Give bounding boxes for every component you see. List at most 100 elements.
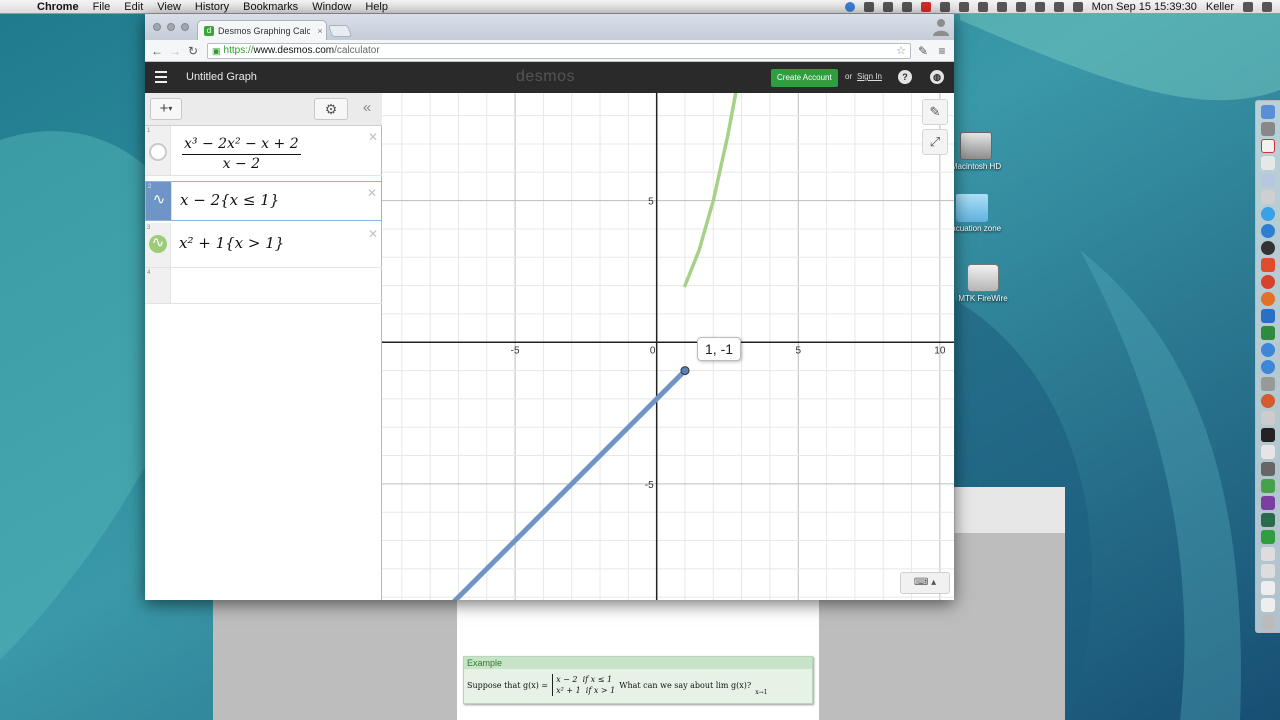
help-icon[interactable] [1261,547,1275,561]
battery-icon[interactable] [1072,2,1083,12]
delete-expression-icon[interactable]: ✕ [368,130,378,144]
delete-expression-icon[interactable]: ✕ [367,186,377,200]
menu-help[interactable]: Help [358,1,395,13]
collapse-panel-icon[interactable]: « [357,98,377,120]
expression-row-2[interactable]: 2 ∿ x − 2{x ≤ 1} ✕ [145,181,382,221]
x11-icon[interactable] [1261,462,1275,476]
zoom-fit-expand-icon[interactable]: ⤢ [922,129,948,155]
terminal-icon[interactable] [1261,428,1275,442]
wrench-icon[interactable]: ✎ [915,43,931,59]
hidden-graph-toggle-icon[interactable] [149,143,167,161]
menu-bar: Chrome File Edit View History Bookmarks … [0,0,1280,14]
word-icon[interactable] [1261,309,1275,323]
preview-icon[interactable] [1261,173,1275,187]
series-curve-green [683,93,738,288]
wifi-icon[interactable] [1034,2,1045,12]
reload-icon[interactable]: ↻ [185,43,201,59]
time-machine-icon[interactable] [977,2,988,12]
language-globe-icon[interactable]: ◍ [930,70,944,84]
app-icon[interactable] [1261,496,1275,510]
status-item-icon[interactable] [863,2,874,12]
spotlight-icon[interactable] [1243,2,1253,12]
add-expression-button[interactable]: +▾ [150,98,182,120]
camtasia-icon[interactable] [1261,530,1275,544]
bluetooth-icon[interactable] [1015,2,1026,12]
gear-icon[interactable]: ⚙ [314,98,348,120]
graph-paper[interactable]: -5 0 5 10 5 -5 ✎ ⤢ 1, -1 ⌨ ▴ [382,93,954,600]
calendar-icon[interactable] [1261,139,1275,153]
expression-row-4[interactable]: 4 [145,268,382,304]
menu-app-name[interactable]: Chrome [30,1,86,13]
menu-user[interactable]: Keller [1206,1,1234,13]
keypad-toggle-button[interactable]: ⌨ ▴ [900,572,950,594]
menu-clock[interactable]: Mon Sep 15 15:39:30 [1092,1,1197,13]
app-icon[interactable] [1261,479,1275,493]
profile-avatar-icon[interactable] [932,17,950,37]
address-bar[interactable]: ▣ https:// www.desmos.com /calculator ☆ [207,43,911,59]
firefox-icon[interactable] [1261,292,1275,306]
system-preferences-icon[interactable] [1261,377,1275,391]
script-editor-icon[interactable] [1261,411,1275,425]
close-window-button[interactable] [153,23,161,31]
menu-edit[interactable]: Edit [117,1,150,13]
menu-file[interactable]: File [86,1,118,13]
status-item-icon[interactable] [939,2,950,12]
camera-icon[interactable] [1261,241,1275,255]
help-icon[interactable]: ? [898,70,912,84]
downloads-stack-icon[interactable] [1261,581,1275,595]
help-icon[interactable] [1261,564,1275,578]
status-item-icon[interactable] [901,2,912,12]
notification-center-icon[interactable] [1262,2,1272,12]
zoom-window-button[interactable] [181,23,189,31]
skype-icon[interactable] [1261,224,1275,238]
sign-in-link[interactable]: Sign In [857,72,882,81]
bookmark-star-icon[interactable]: ☆ [896,44,906,58]
graph-canvas[interactable]: -5 0 5 10 5 -5 [382,93,954,600]
graph-title[interactable]: Untitled Graph [186,71,257,83]
hamburger-menu-icon[interactable] [155,71,167,83]
dock [1255,100,1280,633]
record-icon[interactable] [920,2,931,12]
menu-window[interactable]: Window [305,1,358,13]
launchpad-icon[interactable] [1261,122,1275,136]
create-account-button[interactable]: Create Account [771,69,838,87]
status-item-icon[interactable] [844,2,855,12]
trash-icon[interactable] [1261,615,1275,629]
chrome-menu-icon[interactable]: ≡ [934,43,950,59]
back-arrow-icon[interactable]: ← [149,43,165,59]
expression-row-3[interactable]: 3 ∿ x² + 1{x > 1} ✕ [145,223,382,268]
notes-icon[interactable] [1261,156,1275,170]
status-item-icon[interactable] [958,2,969,12]
chrome-icon[interactable] [1261,275,1275,289]
graph-toggle-wave-icon[interactable]: ∿ [150,192,168,210]
safari-icon[interactable] [1261,343,1275,357]
app-icon[interactable] [1261,258,1275,272]
status-item-icon[interactable] [882,2,893,12]
expression-text[interactable]: x − 2{x ≤ 1} [180,191,279,209]
textedit-icon[interactable] [1261,190,1275,204]
menu-bookmarks[interactable]: Bookmarks [236,1,305,13]
desktop-icon-firewire[interactable]: MTK FireWire [951,264,1015,303]
menu-history[interactable]: History [188,1,236,13]
volume-icon[interactable] [1053,2,1064,12]
app-icon[interactable] [1261,394,1275,408]
app-store-icon[interactable] [1261,360,1275,374]
new-tab-button[interactable] [327,25,353,37]
finder-icon[interactable] [1261,105,1275,119]
documents-stack-icon[interactable] [1261,598,1275,612]
expression-text[interactable]: x² + 1{x > 1} [179,234,284,252]
tab-desmos[interactable]: d Desmos Graphing Calculat × [197,20,327,40]
app-icon[interactable] [1261,445,1275,459]
messages-icon[interactable] [996,2,1007,12]
excel-icon[interactable] [1261,326,1275,340]
tab-close-icon[interactable]: × [314,26,326,36]
messages-app-icon[interactable] [1261,207,1275,221]
menu-view[interactable]: View [150,1,188,13]
app-icon[interactable] [1261,513,1275,527]
forward-arrow-icon[interactable]: → [167,43,183,59]
delete-expression-icon[interactable]: ✕ [368,227,378,241]
minimize-window-button[interactable] [167,23,175,31]
graph-settings-wrench-icon[interactable]: ✎ [922,99,948,125]
graph-toggle-wave-icon[interactable]: ∿ [149,235,167,253]
expression-row-1[interactable]: 1 x³ − 2x² − x + 2 x − 2 ✕ [145,126,382,176]
